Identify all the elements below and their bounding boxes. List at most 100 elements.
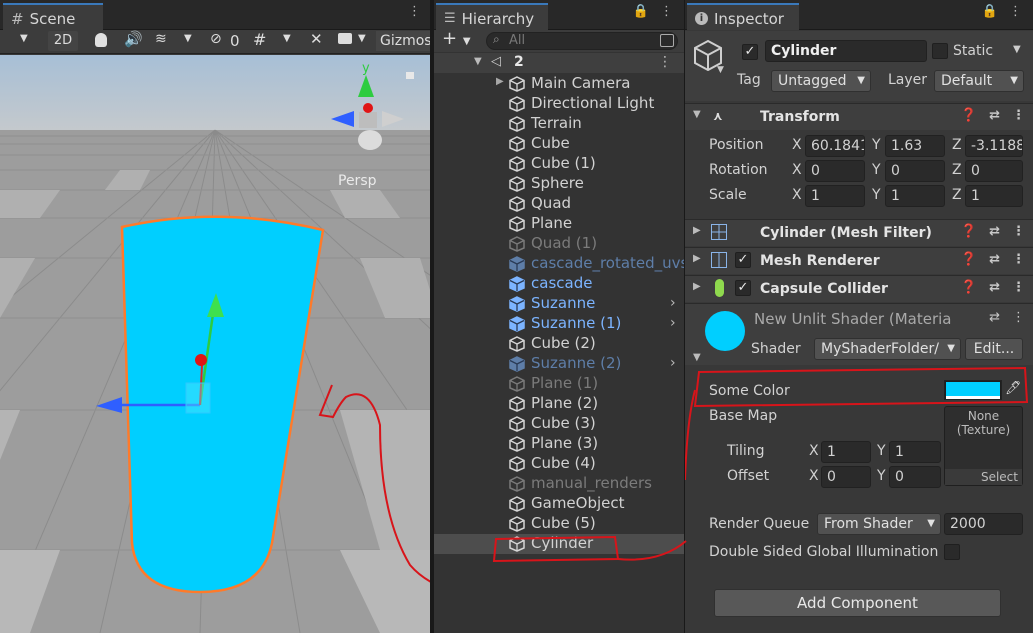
hierarchy-item[interactable]: Suzanne (2) › — [434, 354, 684, 374]
camera-icon[interactable] — [338, 33, 352, 44]
lock-icon[interactable]: 🔒 — [633, 4, 650, 19]
scene-tab-menu[interactable]: ⋮ — [408, 4, 422, 19]
active-checkbox[interactable]: ✓ — [742, 44, 758, 60]
help-icon[interactable]: ❓ — [961, 252, 977, 267]
tag-dropdown[interactable]: Untagged ▼ — [771, 70, 871, 92]
hierarchy-item[interactable]: Cube (3) — [434, 414, 684, 434]
static-checkbox[interactable] — [932, 43, 948, 59]
help-icon[interactable]: ❓ — [961, 280, 977, 295]
render-queue-value-field[interactable]: 2000 — [944, 513, 1023, 535]
mesh-renderer-header[interactable]: ▶ ✓ Mesh Renderer ❓ ⇄ ⋮ — [685, 247, 1033, 274]
hierarchy-item[interactable]: Sphere — [434, 174, 684, 194]
object-name-field[interactable]: Cylinder — [765, 40, 927, 62]
expand-arrow-icon[interactable]: ▶ — [693, 225, 701, 236]
kebab-menu-icon[interactable]: ⋮ — [1012, 280, 1025, 295]
collapse-arrow-icon[interactable]: ▼ — [693, 109, 701, 120]
gizmos-button[interactable]: Gizmos — [376, 31, 430, 51]
hierarchy-item[interactable]: Plane (3) — [434, 434, 684, 454]
shader-dropdown[interactable]: MyShaderFolder/▼ — [814, 338, 961, 360]
hierarchy-item[interactable]: Cube (1) — [434, 154, 684, 174]
create-button[interactable]: + ▼ — [442, 28, 471, 49]
tools-icon[interactable]: ✕ — [310, 30, 323, 48]
hierarchy-tab[interactable]: ☰ Hierarchy — [436, 3, 548, 30]
hierarchy-item[interactable]: Cube — [434, 134, 684, 154]
mesh-filter-header[interactable]: ▶ Cylinder (Mesh Filter) ❓ ⇄ ⋮ — [685, 219, 1033, 246]
audio-toggle-icon[interactable]: 🔊 — [124, 30, 143, 48]
hierarchy-item[interactable]: Quad (1) — [434, 234, 684, 254]
presets-icon[interactable]: ⇄ — [989, 108, 1000, 123]
position-y-field[interactable]: 1.63 — [885, 135, 945, 157]
icon-dropdown-arrow[interactable]: ▼ — [717, 65, 724, 75]
hierarchy-item[interactable]: Quad — [434, 194, 684, 214]
hierarchy-item[interactable]: Terrain — [434, 114, 684, 134]
kebab-menu-icon[interactable]: ⋮ — [1012, 252, 1025, 267]
lock-icon[interactable]: 🔒 — [982, 4, 999, 19]
hierarchy-item[interactable]: Plane — [434, 214, 684, 234]
search-input[interactable]: ⌕ All — [486, 32, 678, 50]
position-z-field[interactable]: -3.1188 — [965, 135, 1023, 157]
help-icon[interactable]: ❓ — [961, 108, 977, 123]
camera-dropdown[interactable]: ▼ — [358, 33, 366, 44]
persp-label[interactable]: Persp — [338, 173, 377, 189]
capsule-collider-enabled-checkbox[interactable]: ✓ — [735, 280, 751, 296]
hierarchy-item[interactable]: Suzanne › — [434, 294, 684, 314]
inspector-tab[interactable]: i Inspector — [687, 3, 799, 30]
material-preview-swatch[interactable] — [705, 311, 745, 351]
draw-mode-dropdown[interactable]: ▼ — [20, 33, 28, 44]
kebab-menu-icon[interactable]: ⋮ — [1009, 4, 1023, 19]
capsule-collider-header[interactable]: ▶ ✓ Capsule Collider ❓ ⇄ ⋮ — [685, 275, 1033, 302]
transform-header[interactable]: ▼ ⋏ Transform ❓ ⇄ ⋮ — [685, 103, 1033, 130]
help-icon[interactable]: ❓ — [961, 224, 977, 239]
rotation-z-field[interactable]: 0 — [965, 160, 1023, 182]
kebab-menu-icon[interactable]: ⋮ — [1012, 310, 1025, 325]
kebab-menu-icon[interactable]: ⋮ — [658, 54, 672, 70]
hierarchy-item[interactable]: Cube (2) — [434, 334, 684, 354]
hierarchy-item[interactable]: ▶ Main Camera — [434, 74, 684, 94]
hierarchy-item[interactable]: manual_renders — [434, 474, 684, 494]
kebab-menu-icon[interactable]: ⋮ — [660, 4, 674, 19]
kebab-menu-icon[interactable]: ⋮ — [1012, 224, 1025, 239]
scale-x-field[interactable]: 1 — [805, 185, 865, 207]
grid-snap-icon[interactable]: # — [253, 30, 266, 49]
effects-dropdown[interactable]: ▼ — [184, 33, 192, 44]
hierarchy-item[interactable]: cascade — [434, 274, 684, 294]
hierarchy-item[interactable]: Cube (5) — [434, 514, 684, 534]
presets-icon[interactable]: ⇄ — [989, 280, 1000, 295]
layer-dropdown[interactable]: Default ▼ — [934, 70, 1024, 92]
hierarchy-item[interactable]: Directional Light — [434, 94, 684, 114]
prefab-open-chevron-icon[interactable]: › — [670, 355, 676, 371]
static-dropdown-arrow[interactable]: ▼ — [1013, 44, 1021, 55]
hierarchy-item[interactable]: Suzanne (1) › — [434, 314, 684, 334]
shader-edit-button[interactable]: Edit... — [965, 338, 1023, 360]
kebab-menu-icon[interactable]: ⋮ — [1012, 108, 1025, 123]
scene-root-row[interactable]: ▼ ◁ 2 ⋮ — [434, 53, 684, 73]
presets-icon[interactable]: ⇄ — [989, 252, 1000, 267]
render-queue-mode-dropdown[interactable]: From Shader ▼ — [817, 513, 941, 535]
hierarchy-item[interactable]: GameObject — [434, 494, 684, 514]
presets-icon[interactable]: ⇄ — [989, 310, 1000, 325]
hierarchy-item[interactable]: Plane (2) — [434, 394, 684, 414]
search-options-icon[interactable] — [660, 34, 674, 47]
effects-toggle-icon[interactable]: ≋ — [155, 31, 167, 47]
rotation-x-field[interactable]: 0 — [805, 160, 865, 182]
collapse-arrow-icon[interactable]: ▼ — [474, 56, 482, 67]
expand-arrow-icon[interactable]: ▶ — [693, 253, 701, 264]
lighting-toggle-icon[interactable] — [95, 33, 107, 47]
hierarchy-item[interactable]: cascade_rotated_uvs — [434, 254, 684, 274]
hierarchy-item[interactable]: Plane (1) — [434, 374, 684, 394]
rotation-y-field[interactable]: 0 — [885, 160, 945, 182]
expand-arrow-icon[interactable]: ▶ — [693, 281, 701, 292]
scale-y-field[interactable]: 1 — [885, 185, 945, 207]
scene-tab[interactable]: # Scene — [3, 3, 103, 30]
presets-icon[interactable]: ⇄ — [989, 224, 1000, 239]
scene-viewport[interactable]: y Persp — [0, 55, 430, 633]
hierarchy-item[interactable]: Cube (4) — [434, 454, 684, 474]
scale-z-field[interactable]: 1 — [965, 185, 1023, 207]
prefab-open-chevron-icon[interactable]: › — [670, 315, 676, 331]
grid-dropdown[interactable]: ▼ — [283, 33, 291, 44]
expand-arrow-icon[interactable]: ▶ — [496, 76, 504, 87]
mesh-renderer-enabled-checkbox[interactable]: ✓ — [735, 252, 751, 268]
position-x-field[interactable]: 60.1841 — [805, 135, 865, 157]
double-sided-gi-checkbox[interactable] — [944, 544, 960, 560]
prefab-open-chevron-icon[interactable]: › — [670, 295, 676, 311]
